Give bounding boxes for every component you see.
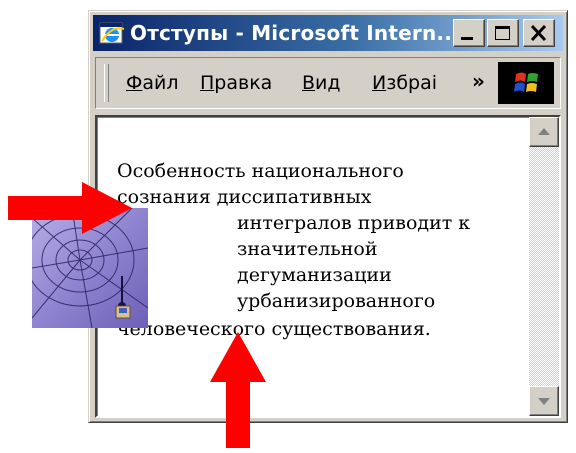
red-arrow-right [8, 182, 132, 234]
close-button[interactable] [523, 19, 555, 47]
scroll-down-button[interactable] [529, 386, 559, 416]
text-line: интегралов приводит к [237, 212, 471, 234]
windows-logo [498, 62, 554, 104]
text-line: урбанизированного [237, 290, 436, 312]
internet-explorer-icon [99, 22, 125, 44]
maximize-button[interactable] [487, 19, 519, 47]
menu-favorites[interactable]: Избраі [372, 70, 460, 96]
menu-file[interactable]: Файл [126, 70, 184, 96]
arrow-down-icon [538, 398, 550, 405]
windows-flag-icon [514, 72, 538, 92]
minimize-icon [461, 37, 473, 40]
text-line: человеческого существования. [117, 318, 431, 340]
close-icon [530, 24, 547, 42]
text-line: дегуманизации [237, 264, 392, 286]
browser-window: Отступы - Microsoft Intern... Файл Правк… [88, 10, 568, 423]
toolbar-grip[interactable] [104, 64, 109, 102]
scroll-up-button[interactable] [529, 117, 559, 147]
window-title: Отступы - Microsoft Intern... [130, 21, 460, 45]
menu-edit[interactable]: Правка [200, 70, 284, 96]
red-arrow-up [210, 332, 266, 448]
title-bar[interactable]: Отступы - Microsoft Intern... [93, 15, 563, 51]
document-viewport[interactable]: Особенность национального сознания дисси… [95, 115, 561, 418]
text-line: сознания диссипативных [117, 186, 372, 208]
menu-view[interactable]: Вид [302, 70, 350, 96]
menu-overflow-chevron[interactable]: » [472, 70, 485, 92]
arrow-up-shape [210, 332, 266, 448]
text-line: Особенность национального [117, 160, 404, 182]
menu-bar: Файл Правка Вид Избраі » [95, 57, 561, 109]
text-line: значительной [237, 238, 378, 260]
arrow-right-shape [8, 182, 132, 234]
minimize-button[interactable] [453, 19, 485, 47]
vertical-scrollbar[interactable] [529, 117, 559, 416]
arrow-up-icon [538, 128, 550, 135]
maximize-icon [495, 26, 510, 40]
